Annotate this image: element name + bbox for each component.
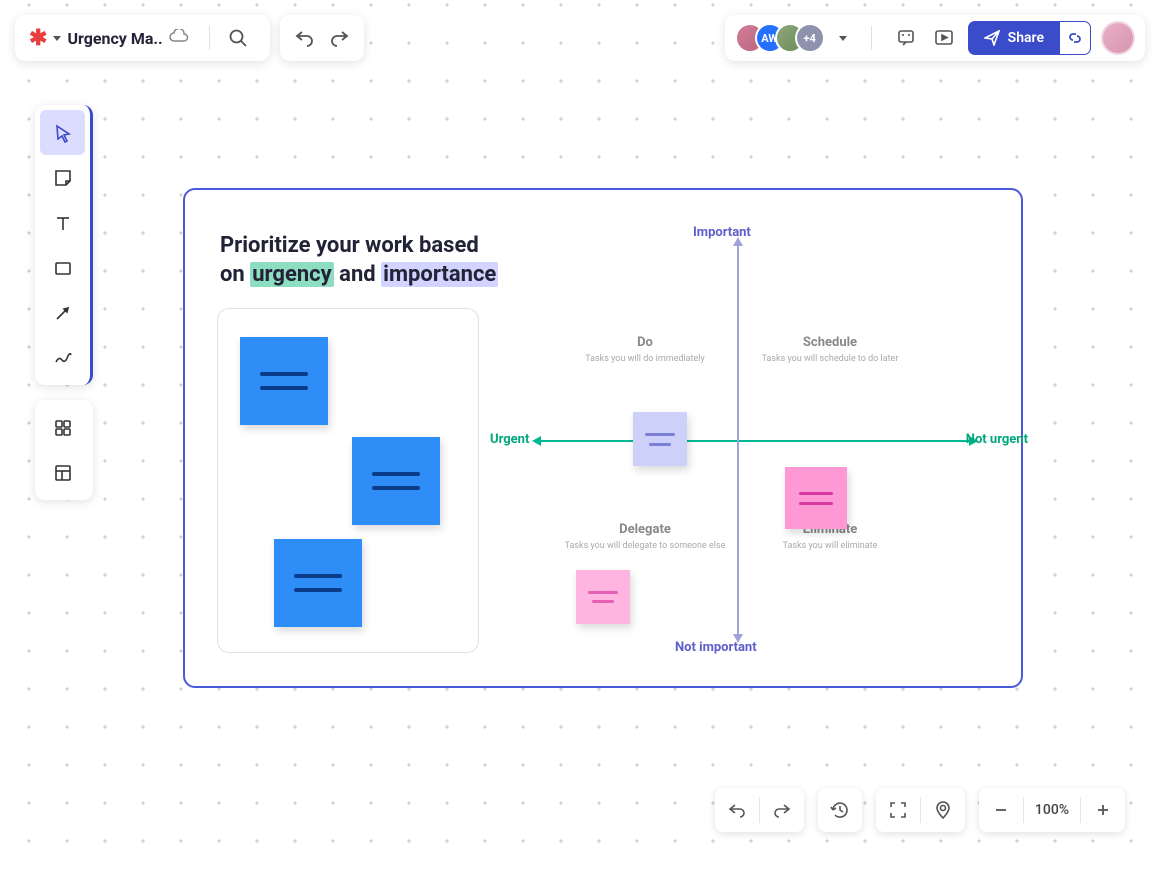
sticky-note-pink[interactable] — [576, 570, 630, 624]
history-card — [818, 788, 862, 832]
nav-back-button[interactable] — [715, 788, 759, 832]
templates-button[interactable] — [40, 405, 85, 450]
history-button[interactable] — [818, 788, 862, 832]
zoom-level[interactable]: 100% — [1024, 802, 1080, 818]
cursor-tool[interactable] — [40, 110, 85, 155]
workspace-dropdown-icon[interactable] — [53, 36, 61, 41]
frames-button[interactable] — [40, 450, 85, 495]
cloud-sync-icon[interactable] — [169, 29, 189, 48]
label-not-urgent: Not urgent — [966, 432, 1028, 447]
left-toolbar — [35, 105, 93, 500]
divider — [209, 26, 210, 50]
redo-button[interactable] — [322, 20, 358, 56]
divider — [871, 26, 872, 50]
zoom-in-button[interactable] — [1081, 788, 1125, 832]
profile-avatar[interactable] — [1101, 21, 1135, 55]
app-logo-icon: ✱ — [29, 26, 47, 51]
shape-tool[interactable] — [40, 245, 85, 290]
link-icon — [1067, 30, 1083, 46]
main-frame[interactable]: Prioritize your work based on urgency an… — [183, 188, 1023, 688]
header-left: ✱ Urgency Ma.. — [15, 15, 364, 61]
horizontal-axis — [540, 440, 970, 442]
nav-forward-button[interactable] — [760, 788, 804, 832]
collab-card: AW +4 Share — [725, 15, 1145, 61]
doc-info-card: ✱ Urgency Ma.. — [15, 15, 270, 61]
sticky-note-magenta[interactable] — [785, 467, 847, 529]
sticky-note-blue-1[interactable] — [240, 337, 328, 425]
present-button[interactable] — [930, 20, 958, 56]
frame-title[interactable]: Prioritize your work based on urgency an… — [220, 232, 498, 289]
sticky-note-lavender[interactable] — [633, 412, 687, 466]
label-urgent: Urgent — [490, 432, 529, 447]
label-important: Important — [693, 225, 751, 240]
view-card — [876, 788, 965, 832]
draw-tool[interactable] — [40, 335, 85, 380]
share-group: Share — [968, 21, 1091, 55]
highlight-importance: importance — [381, 262, 498, 287]
search-button[interactable] — [220, 20, 256, 56]
quadrant-delegate: Delegate Tasks you will delegate to some… — [555, 522, 735, 551]
quadrant-schedule: Schedule Tasks you will schedule to do l… — [740, 335, 920, 364]
highlight-urgency: urgency — [250, 262, 334, 287]
sticky-container[interactable] — [217, 308, 479, 653]
header-right: AW +4 Share — [725, 15, 1145, 61]
bottom-controls: 100% — [715, 788, 1125, 832]
title-line-1: Prioritize your work based — [220, 232, 498, 261]
undo-button[interactable] — [286, 20, 322, 56]
share-label: Share — [1008, 30, 1044, 46]
text-tool[interactable] — [40, 200, 85, 245]
tools-card — [35, 105, 93, 385]
paper-plane-icon — [984, 30, 1000, 46]
undo-redo-card — [280, 15, 364, 61]
comments-button[interactable] — [892, 20, 920, 56]
history-nav-card — [715, 788, 804, 832]
doc-title[interactable]: Urgency Ma.. — [67, 29, 162, 48]
zoom-out-button[interactable] — [979, 788, 1023, 832]
quadrant-do: Do Tasks you will do immediately — [555, 335, 735, 364]
templates-card — [35, 400, 93, 500]
fit-view-button[interactable] — [876, 788, 920, 832]
location-button[interactable] — [921, 788, 965, 832]
sticky-note-blue-3[interactable] — [274, 539, 362, 627]
vertical-axis — [737, 245, 739, 635]
avatar-more[interactable]: +4 — [795, 23, 825, 53]
collaborators-dropdown-icon[interactable] — [839, 36, 847, 41]
line-tool[interactable] — [40, 290, 85, 335]
sticky-note-blue-2[interactable] — [352, 437, 440, 525]
collaborator-avatars[interactable]: AW +4 — [735, 23, 825, 53]
share-button[interactable]: Share — [968, 21, 1060, 55]
priority-matrix[interactable]: Important Not important Urgent Not urgen… — [505, 220, 1005, 660]
zoom-card: 100% — [979, 788, 1125, 832]
label-not-important: Not important — [675, 640, 757, 655]
sticky-tool[interactable] — [40, 155, 85, 200]
title-line-2: on urgency and importance — [220, 261, 498, 290]
copy-link-button[interactable] — [1059, 21, 1091, 55]
